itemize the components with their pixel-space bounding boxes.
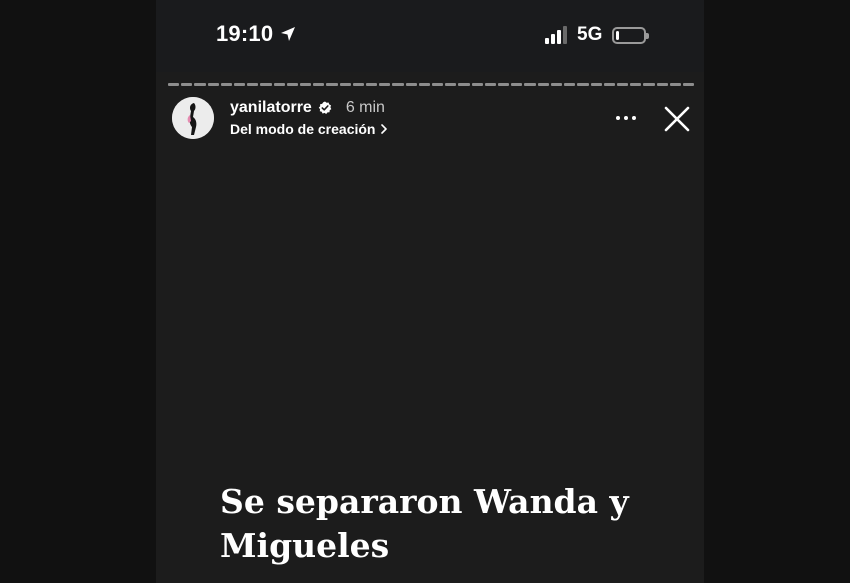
avatar[interactable] xyxy=(172,97,214,139)
right-backdrop xyxy=(704,0,850,583)
screen: 19:10 5G yanilatorre 6 min Del modo de c… xyxy=(0,0,850,583)
post-time: 6 min xyxy=(345,99,385,116)
status-bar: 19:10 5G xyxy=(156,0,704,72)
progress-segment xyxy=(669,83,681,86)
status-indicators: 5G xyxy=(545,24,650,46)
progress-segment xyxy=(247,83,259,86)
signal-bar xyxy=(545,38,549,44)
progress-segment xyxy=(260,83,272,86)
progress-segment xyxy=(379,83,391,86)
progress-segment xyxy=(590,83,602,86)
progress-segment xyxy=(511,83,523,86)
more-dot xyxy=(624,116,628,120)
status-time: 19:10 xyxy=(216,21,274,46)
signal-bar xyxy=(563,26,567,44)
progress-segment xyxy=(286,83,299,86)
creation-mode-label: Del modo de creación xyxy=(230,121,376,137)
story-viewer: 19:10 5G yanilatorre 6 min Del modo de c… xyxy=(156,0,704,583)
progress-segment xyxy=(643,83,655,86)
story-header: yanilatorre 6 min Del modo de creación xyxy=(156,94,704,144)
location-arrow-icon xyxy=(279,25,297,43)
progress-segment xyxy=(603,83,615,86)
battery-icon xyxy=(612,26,650,44)
verified-badge-icon xyxy=(318,101,332,115)
progress-segment xyxy=(300,83,312,86)
progress-segment xyxy=(234,83,246,86)
progress-segment xyxy=(656,83,668,86)
progress-segment xyxy=(405,83,417,86)
signal-bar xyxy=(557,30,561,44)
signal-bar xyxy=(551,34,555,44)
progress-segment xyxy=(616,83,629,86)
progress-segment xyxy=(458,83,470,86)
progress-segment xyxy=(577,83,589,86)
progress-segment xyxy=(630,83,642,86)
network-type: 5G xyxy=(577,24,603,45)
progress-segment xyxy=(682,83,695,86)
story-headline: Se separaron Wanda y Migueles xyxy=(220,482,629,565)
progress-segment xyxy=(366,83,378,86)
progress-segment xyxy=(326,83,338,86)
progress-segment xyxy=(564,83,576,86)
progress-segment xyxy=(392,83,404,86)
progress-segment xyxy=(339,83,351,86)
progress-segment xyxy=(524,83,536,86)
progress-segment xyxy=(313,83,325,86)
progress-segment xyxy=(484,83,497,86)
more-options-button[interactable] xyxy=(612,108,640,128)
more-dot xyxy=(632,116,636,120)
progress-segment xyxy=(418,83,431,86)
progress-segment xyxy=(207,83,219,86)
creation-mode-link[interactable]: Del modo de creación xyxy=(230,121,389,137)
progress-segment xyxy=(550,83,563,86)
progress-segment xyxy=(194,83,206,86)
story-progress-bar xyxy=(168,83,695,86)
signal-icon xyxy=(545,26,567,44)
story-content[interactable]: Se separaron Wanda y Migueles xyxy=(156,150,704,583)
progress-segment xyxy=(432,83,444,86)
progress-segment xyxy=(220,83,233,86)
progress-segment xyxy=(537,83,549,86)
status-time-group: 19:10 xyxy=(216,21,297,47)
close-icon xyxy=(664,106,690,132)
progress-segment xyxy=(181,83,193,86)
progress-segment xyxy=(273,83,285,86)
progress-segment xyxy=(168,83,180,86)
left-backdrop xyxy=(0,0,156,583)
battery-level xyxy=(616,30,620,40)
username-row: yanilatorre 6 min xyxy=(230,99,385,117)
progress-segment xyxy=(352,83,365,86)
progress-segment xyxy=(445,83,457,86)
progress-segment xyxy=(471,83,483,86)
progress-segment xyxy=(498,83,510,86)
chevron-right-icon xyxy=(379,123,389,135)
close-button[interactable] xyxy=(662,104,692,134)
more-dot xyxy=(616,116,620,120)
username[interactable]: yanilatorre xyxy=(230,99,312,117)
battery-nub xyxy=(646,32,650,39)
